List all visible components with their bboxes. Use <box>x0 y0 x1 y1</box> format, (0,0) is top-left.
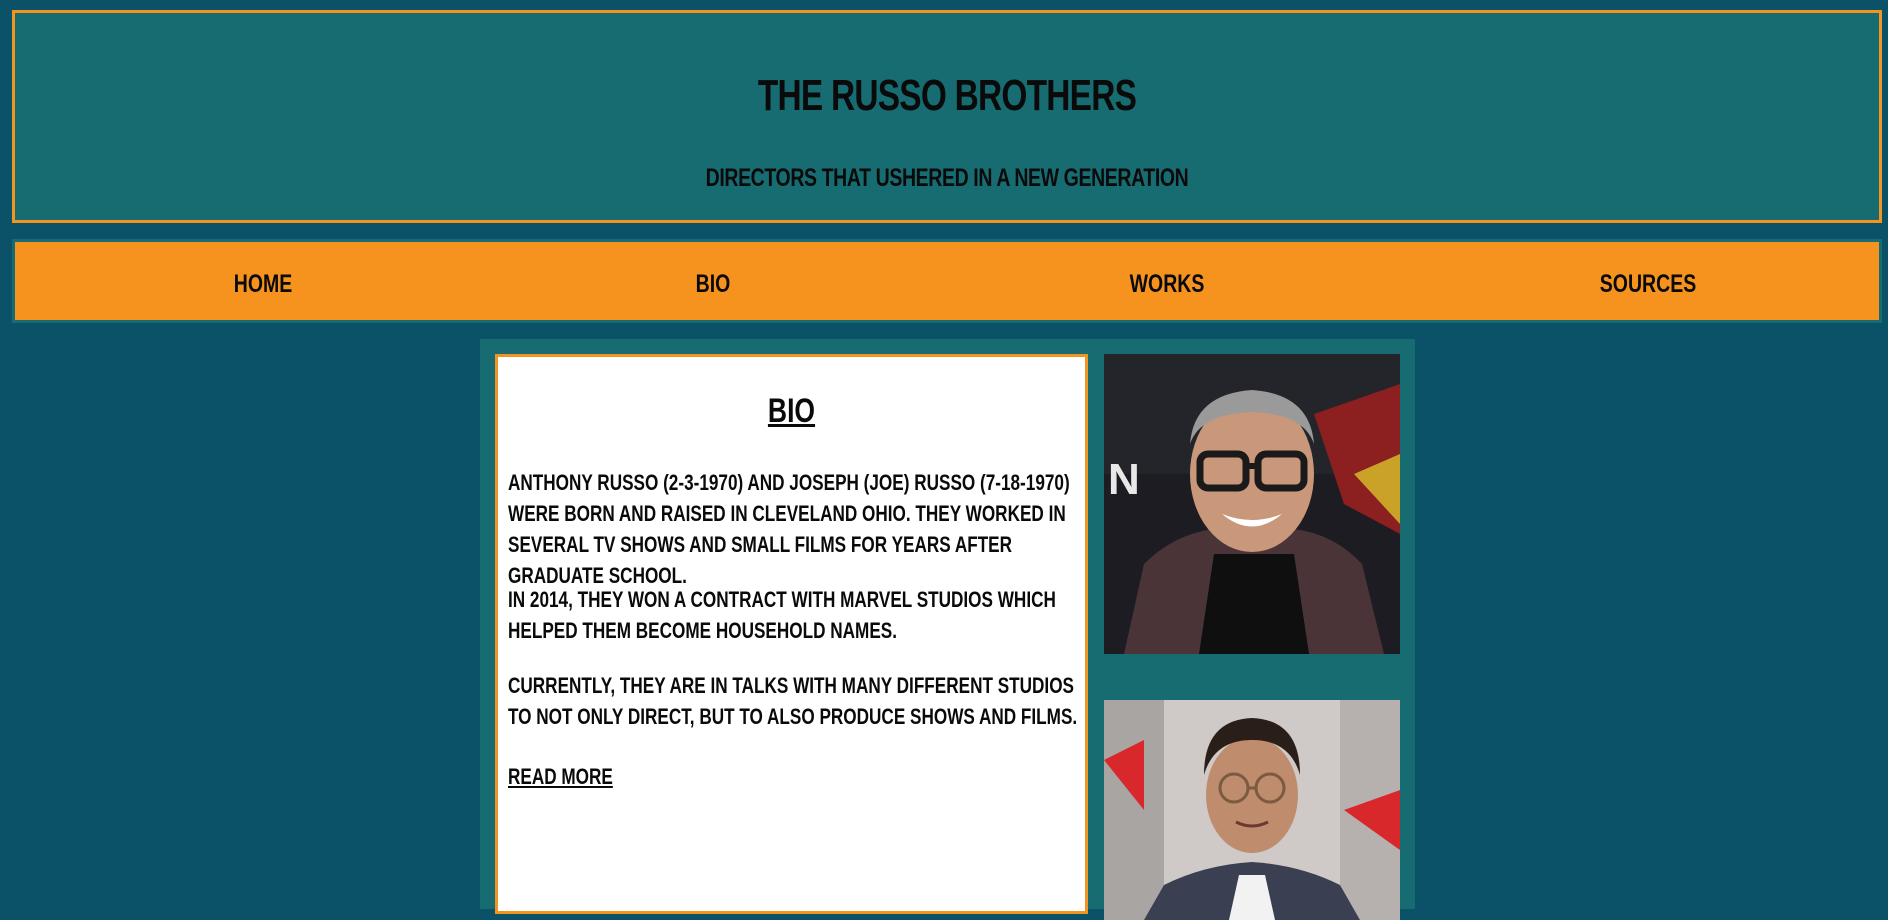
site-header: THE RUSSO BROTHERS DIRECTORS THAT USHERE… <box>12 10 1882 223</box>
anthony-russo-photo <box>1104 700 1400 920</box>
bio-paragraph-2: IN 2014, THEY WON A CONTRACT WITH MARVEL… <box>508 587 1056 643</box>
bio-paragraph-1: ANTHONY RUSSO (2-3-1970) AND JOSEPH (JOE… <box>508 470 1070 588</box>
nav-sources[interactable]: SOURCES <box>1590 266 1707 302</box>
joe-russo-photo: N <box>1104 354 1400 654</box>
site-title: THE RUSSO BROTHERS <box>757 71 1137 120</box>
nav-bio[interactable]: BIO <box>666 266 760 302</box>
portrait-image: N <box>1104 354 1400 654</box>
site-subtitle: DIRECTORS THAT USHERED IN A NEW GENERATI… <box>705 164 1189 192</box>
bio-card: BIO ANTHONY RUSSO (2-3-1970) AND JOSEPH … <box>495 354 1088 914</box>
main-nav: HOME BIO WORKS SOURCES <box>12 239 1882 323</box>
bio-paragraph-3: CURRENTLY, THEY ARE IN TALKS WITH MANY D… <box>508 673 1078 729</box>
content-area: BIO ANTHONY RUSSO (2-3-1970) AND JOSEPH … <box>480 339 1415 920</box>
nav-works[interactable]: WORKS <box>1112 266 1221 302</box>
portrait-image <box>1104 700 1400 920</box>
nav-home[interactable]: HOME <box>216 266 310 302</box>
svg-text:N: N <box>1108 455 1140 504</box>
read-more-link[interactable]: READ MORE <box>508 761 613 792</box>
bio-heading: BIO <box>767 392 816 430</box>
